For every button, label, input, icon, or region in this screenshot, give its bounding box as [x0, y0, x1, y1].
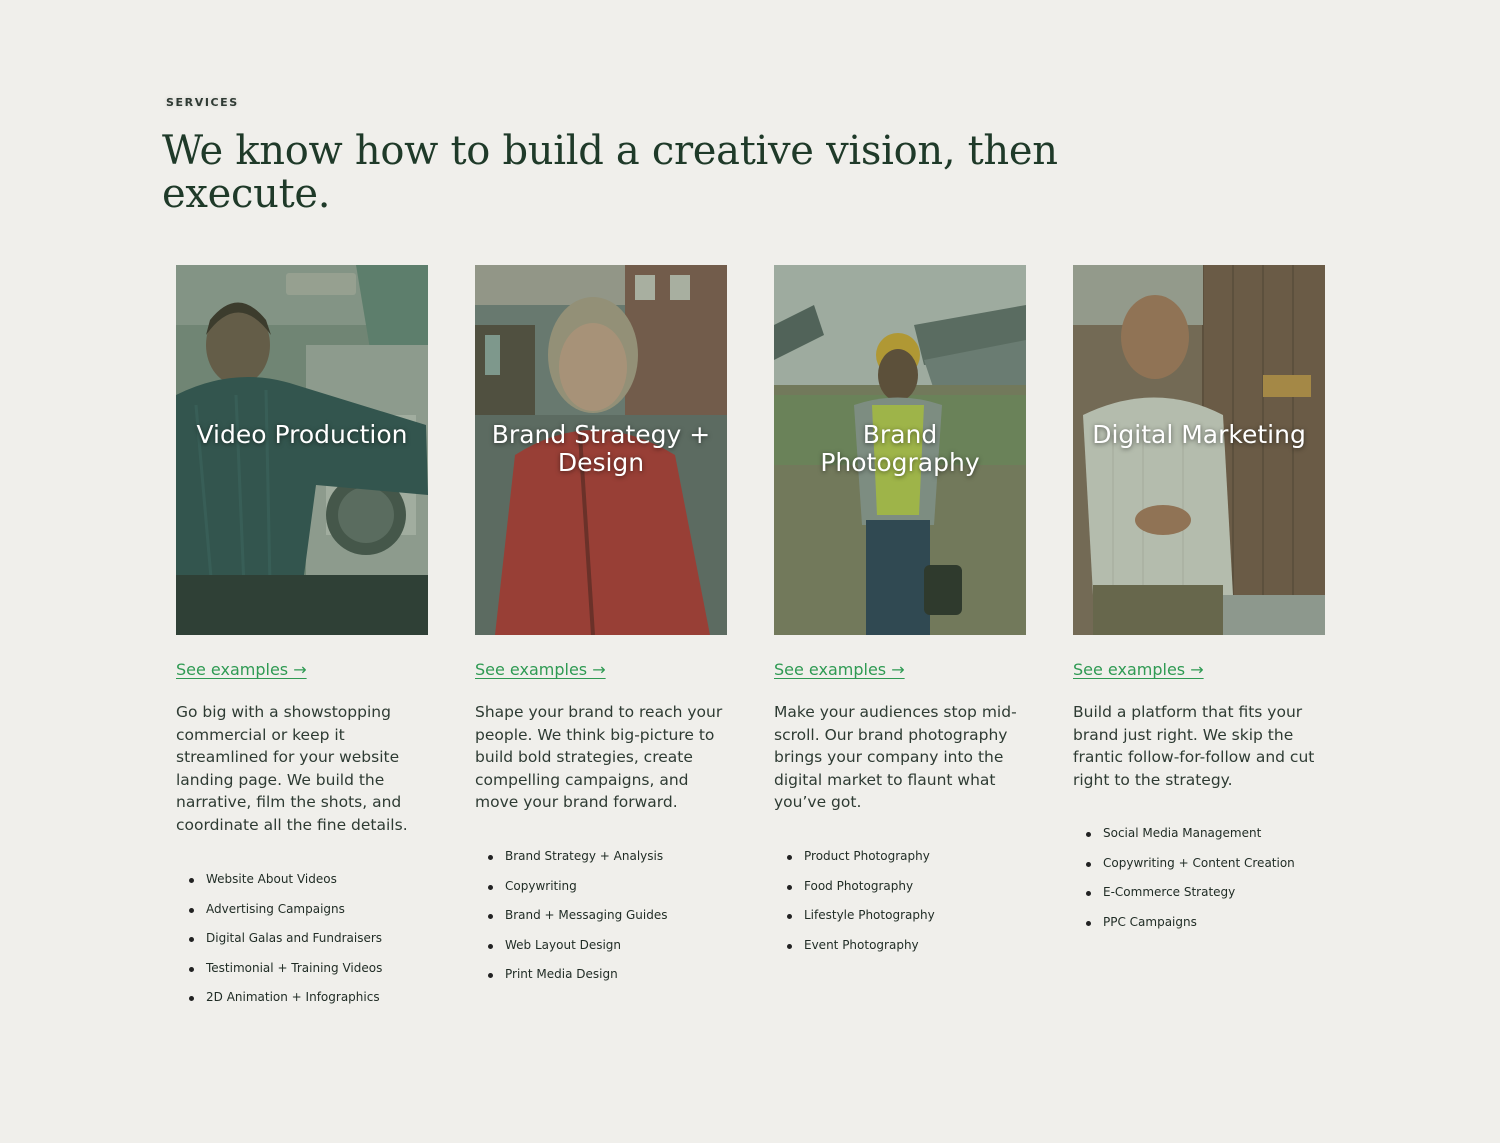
feature-list: Brand Strategy + Analysis Copywriting Br…	[475, 842, 757, 990]
feature-list: Product Photography Food Photography Lif…	[774, 842, 1056, 960]
card-title: Digital Marketing	[1092, 420, 1306, 449]
feature-item: Web Layout Design	[488, 931, 757, 961]
card-description: Build a platform that fits your brand ju…	[1073, 703, 1315, 789]
feature-item: Copywriting + Content Creation	[1086, 849, 1355, 879]
feature-item: Brand Strategy + Analysis	[488, 842, 757, 872]
feature-item: Print Media Design	[488, 960, 757, 990]
brand-strategy-photo[interactable]: Brand Strategy + Design	[475, 265, 727, 635]
feature-item: Testimonial + Training Videos	[189, 954, 458, 984]
feature-item: PPC Campaigns	[1086, 908, 1355, 938]
feature-item: Event Photography	[787, 931, 1056, 961]
feature-item: Copywriting	[488, 872, 757, 902]
feature-item: Food Photography	[787, 872, 1056, 902]
feature-list: Social Media Management Copywriting + Co…	[1073, 819, 1355, 937]
card-description: Shape your brand to reach your people. W…	[475, 703, 723, 812]
card-title: Brand Photography	[820, 420, 980, 477]
feature-item: Brand + Messaging Guides	[488, 901, 757, 931]
digital-marketing-photo[interactable]: Digital Marketing	[1073, 265, 1325, 635]
services-eyebrow: SERVICES	[166, 96, 239, 109]
feature-item: Product Photography	[787, 842, 1056, 872]
feature-item: Lifestyle Photography	[787, 901, 1056, 931]
feature-item: Digital Galas and Fundraisers	[189, 924, 458, 954]
card-description: Go big with a showstopping commercial or…	[176, 703, 408, 834]
section-headline: We know how to build a creative vision, …	[162, 128, 1058, 217]
van-driver-image	[176, 265, 428, 635]
service-card-brand-photography: Brand Photography See examples → Make yo…	[774, 265, 1026, 952]
service-card-digital-marketing: Digital Marketing See examples → Build a…	[1073, 265, 1325, 929]
see-examples-link[interactable]: See examples →	[774, 660, 905, 679]
feature-item: Advertising Campaigns	[189, 895, 458, 925]
brand-photography-photo[interactable]: Brand Photography	[774, 265, 1026, 635]
video-production-photo[interactable]: Video Production	[176, 265, 428, 635]
card-description: Make your audiences stop mid-scroll. Our…	[774, 703, 1017, 812]
service-card-brand-strategy: Brand Strategy + Design See examples → S…	[475, 265, 727, 981]
feature-item: 2D Animation + Infographics	[189, 983, 458, 1013]
card-title: Video Production	[196, 420, 408, 449]
card-title: Brand Strategy + Design	[491, 420, 711, 477]
service-card-video-production: Video Production See examples → Go big w…	[176, 265, 428, 1004]
feature-item: E-Commerce Strategy	[1086, 878, 1355, 908]
feature-item: Social Media Management	[1086, 819, 1355, 849]
feature-item: Website About Videos	[189, 865, 458, 895]
see-examples-link[interactable]: See examples →	[475, 660, 606, 679]
smiling-man-image	[1073, 265, 1325, 635]
see-examples-link[interactable]: See examples →	[176, 660, 307, 679]
feature-list: Website About Videos Advertising Campaig…	[176, 865, 458, 1013]
see-examples-link[interactable]: See examples →	[1073, 660, 1204, 679]
